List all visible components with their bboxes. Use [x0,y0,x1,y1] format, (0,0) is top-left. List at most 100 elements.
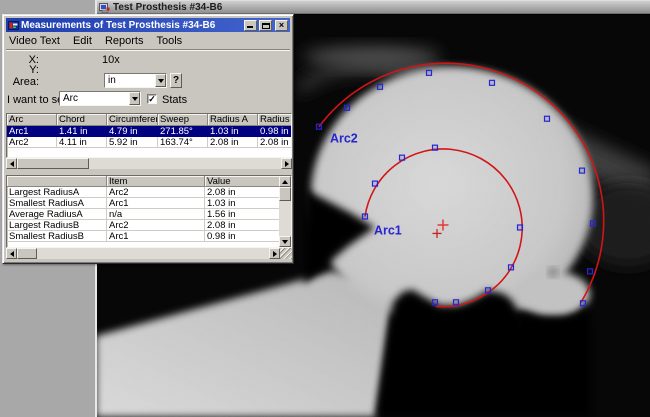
dialog-titlebar[interactable]: Measurements of Test Prosthesis #34-B6 × [6,18,290,32]
cell: Largest RadiusA [7,187,107,198]
close-icon: × [278,19,285,30]
arc-table-hscrollbar[interactable] [6,158,292,169]
image-window-title: Test Prosthesis #34-B6 [113,1,223,13]
view-selector-dropdown-button[interactable] [129,92,140,105]
area-unit-dropdown-button[interactable] [155,74,166,87]
scroll-track[interactable] [279,201,291,236]
y-coordinate-label: Y: [29,64,39,76]
image-window-icon [99,2,110,13]
cell: 0.98 in [258,126,291,137]
menu-video-text[interactable]: Video Text [9,35,60,47]
scroll-left-button[interactable] [6,158,17,169]
column-header[interactable]: Arc [7,114,57,126]
scroll-up-icon [282,179,288,184]
cell: 1.03 in [208,126,258,137]
image-window-titlebar[interactable]: Test Prosthesis #34-B6 [97,1,650,14]
maximize-icon [262,22,270,29]
chevron-down-icon [157,78,164,83]
area-unit-value: in [105,74,155,87]
cell: 4.79 in [107,126,158,137]
help-icon: ? [172,75,180,86]
scroll-thumb[interactable] [17,158,89,169]
table-row[interactable]: Largest RadiusA Arc2 2.08 in [7,187,291,198]
arc-table-header: Arc Chord Circumferenc Sweep Radius A Ra… [7,114,291,126]
scroll-up-button[interactable] [279,176,291,187]
menu-edit[interactable]: Edit [73,35,92,47]
cell: 4.11 in [57,137,107,148]
cell: 1.03 in [205,198,281,209]
cell: 1.56 in [205,209,281,220]
cell: Arc1 [107,198,205,209]
cell: Smallest RadiusA [7,198,107,209]
cell: 1.41 in [57,126,107,137]
cell: 163.74° [158,137,208,148]
column-header[interactable]: Radius B [258,114,291,126]
cell: Smallest RadiusB [7,231,107,242]
maximize-button[interactable] [259,19,272,31]
table-row-arc2[interactable]: Arc2 4.11 in 5.92 in 163.74° 2.08 in 2.0… [7,137,291,148]
menu-tools[interactable]: Tools [156,35,182,47]
measurements-dialog: Measurements of Test Prosthesis #34-B6 ×… [2,14,294,264]
chevron-down-icon [131,96,138,101]
stats-table-hscrollbar[interactable] [6,248,280,259]
cell: 0.98 in [205,231,281,242]
table-row[interactable]: Smallest RadiusA Arc1 1.03 in [7,198,291,209]
column-header[interactable]: Item [107,176,205,187]
menu-bar: Video Text Edit Reports Tools [9,34,289,47]
table-row-arc1[interactable]: Arc1 1.41 in 4.79 in 271.85° 1.03 in 0.9… [7,126,291,137]
dialog-icon [8,20,19,30]
view-selector-value: Arc [60,92,129,105]
view-selector[interactable]: Arc [59,91,141,106]
scroll-thumb[interactable] [279,187,291,201]
menu-reports[interactable]: Reports [105,35,144,47]
table-row[interactable]: Average RadiusA n/a 1.56 in [7,209,291,220]
area-unit-select[interactable]: in [104,73,167,88]
cell: n/a [107,209,205,220]
stats-checkbox[interactable]: ✓ [147,94,157,104]
column-header[interactable]: Value [205,176,281,187]
scroll-right-button[interactable] [269,248,280,259]
arc-table: Arc Chord Circumferenc Sweep Radius A Ra… [6,113,292,158]
cell: 2.08 in [205,220,281,231]
minimize-button[interactable] [244,19,257,31]
table-row[interactable]: Smallest RadiusB Arc1 0.98 in [7,231,291,242]
scroll-right-icon [272,250,277,257]
stats-checkbox-label: Stats [162,94,188,106]
scroll-track[interactable] [89,158,281,169]
cell: Arc2 [7,137,57,148]
cell: 271.85° [158,126,208,137]
cell: Arc2 [107,187,205,198]
magnification-value: 10x [102,54,120,66]
stats-table-header: Item Value [7,176,291,187]
menu-separator [6,49,290,51]
column-header[interactable]: Circumferenc [107,114,158,126]
scroll-thumb[interactable] [17,248,37,259]
scroll-down-button[interactable] [279,236,291,247]
scroll-left-icon [9,250,14,257]
column-header[interactable]: Sweep [158,114,208,126]
scroll-left-button[interactable] [6,248,17,259]
cell: Largest RadiusB [7,220,107,231]
check-icon: ✓ [148,94,156,104]
scroll-right-button[interactable] [281,158,292,169]
screen: { "mdi_window": { "title": "Test Prosthe… [0,0,650,417]
minimize-icon [247,25,253,28]
cell: 2.08 in [258,137,291,148]
scroll-track[interactable] [37,248,269,259]
cell: Arc1 [7,126,57,137]
cell: 5.92 in [107,137,158,148]
dialog-title: Measurements of Test Prosthesis #34-B6 [21,19,216,31]
column-header[interactable]: Chord [57,114,107,126]
area-label: Area: [12,76,39,88]
stats-table: Item Value Largest RadiusA Arc2 2.08 in … [6,175,292,248]
column-header[interactable] [7,176,107,187]
cell: Average RadiusA [7,209,107,220]
column-header[interactable]: Radius A [208,114,258,126]
close-button[interactable]: × [275,19,288,31]
stats-table-vscrollbar[interactable] [279,176,291,247]
scroll-left-icon [9,160,14,167]
resize-grip[interactable] [280,248,292,259]
help-button[interactable]: ? [170,73,182,88]
cell: 2.08 in [205,187,281,198]
table-row[interactable]: Largest RadiusB Arc2 2.08 in [7,220,291,231]
